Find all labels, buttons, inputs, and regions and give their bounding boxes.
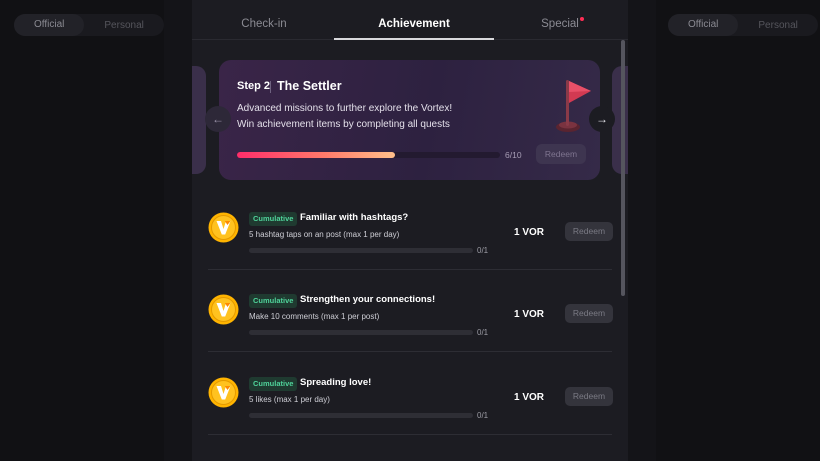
background-official-tab: Official <box>14 14 85 36</box>
background-strip <box>164 0 192 461</box>
tab-achievement[interactable]: Achievement <box>364 18 464 30</box>
mission-badge: Cumulative <box>249 294 298 308</box>
step-card: Step 2 The Settler Advanced missions to … <box>219 60 600 180</box>
mission-description: Make 10 comments (max 1 per post) <box>249 312 380 321</box>
step-description-line1: Advanced missions to further explore the… <box>237 103 453 114</box>
mission-progress-bar <box>249 413 473 418</box>
background-official-tab: Official <box>668 14 739 36</box>
vortex-coin-icon <box>208 377 239 408</box>
mission-badge: Cumulative <box>249 212 298 226</box>
list-divider <box>208 351 612 352</box>
mission-title: Strengthen your connections! <box>300 294 436 305</box>
step-progress-text: 6/10 <box>505 150 522 160</box>
mission-description: 5 hashtag taps on an post (max 1 per day… <box>249 230 400 239</box>
list-divider <box>208 269 612 270</box>
notification-dot <box>580 17 584 21</box>
step-divider <box>270 81 271 93</box>
arrow-right-icon: → <box>596 112 608 126</box>
mission-item: Cumulative Familiar with hashtags? 5 has… <box>192 202 628 284</box>
tab-check-in[interactable]: Check-in <box>232 18 296 30</box>
list-divider <box>208 434 612 435</box>
step-redeem-button[interactable]: Redeem <box>536 144 586 164</box>
mission-redeem-button[interactable]: Redeem <box>565 304 613 323</box>
mission-progress-text: 0/1 <box>477 328 489 337</box>
mission-progress-bar <box>249 248 473 253</box>
step-title: The Settler <box>277 79 342 93</box>
carousel-next-button[interactable]: → <box>589 106 615 132</box>
mission-reward: 1 VOR <box>514 392 545 403</box>
step-progress-fill <box>237 152 395 158</box>
carousel-prev-button[interactable]: ← <box>205 106 231 132</box>
mission-reward: 1 VOR <box>514 227 545 238</box>
scrollbar[interactable] <box>621 40 625 296</box>
previous-card-peek[interactable] <box>192 66 206 174</box>
active-tab-indicator <box>334 38 494 40</box>
background-personal-tab: Personal <box>104 19 144 31</box>
background-feed-toggle-left: Official Personal <box>14 14 164 36</box>
mission-redeem-button[interactable]: Redeem <box>565 387 613 406</box>
mission-redeem-button[interactable]: Redeem <box>565 222 613 241</box>
mission-description: 5 likes (max 1 per day) <box>249 395 330 404</box>
background-feed-toggle-right: Official Personal <box>668 14 818 36</box>
arrow-left-icon: ← <box>212 112 224 126</box>
step-number: Step 2 <box>237 80 271 92</box>
mission-item: Cumulative Spreading love! 5 likes (max … <box>192 367 628 449</box>
mission-title: Familiar with hashtags? <box>300 212 409 223</box>
flag-icon <box>556 80 591 132</box>
step-progress-bar <box>237 152 500 158</box>
missions-modal: Check-in Achievement Special Step 2 The … <box>192 0 628 461</box>
background-strip <box>628 0 656 461</box>
step-description-line2: Win achievement items by completing all … <box>237 119 450 130</box>
background-personal-tab: Personal <box>758 19 798 31</box>
mission-tabs: Check-in Achievement Special <box>192 0 628 40</box>
mission-badge: Cumulative <box>249 377 298 391</box>
vortex-coin-icon <box>208 212 239 243</box>
mission-item: Cumulative Strengthen your connections! … <box>192 284 628 366</box>
mission-progress-text: 0/1 <box>477 411 489 420</box>
mission-progress-text: 0/1 <box>477 246 489 255</box>
background-right-panel <box>628 0 820 461</box>
mission-reward: 1 VOR <box>514 309 545 320</box>
mission-progress-bar <box>249 330 473 335</box>
mission-title: Spreading love! <box>300 377 372 388</box>
vortex-coin-icon <box>208 294 239 325</box>
